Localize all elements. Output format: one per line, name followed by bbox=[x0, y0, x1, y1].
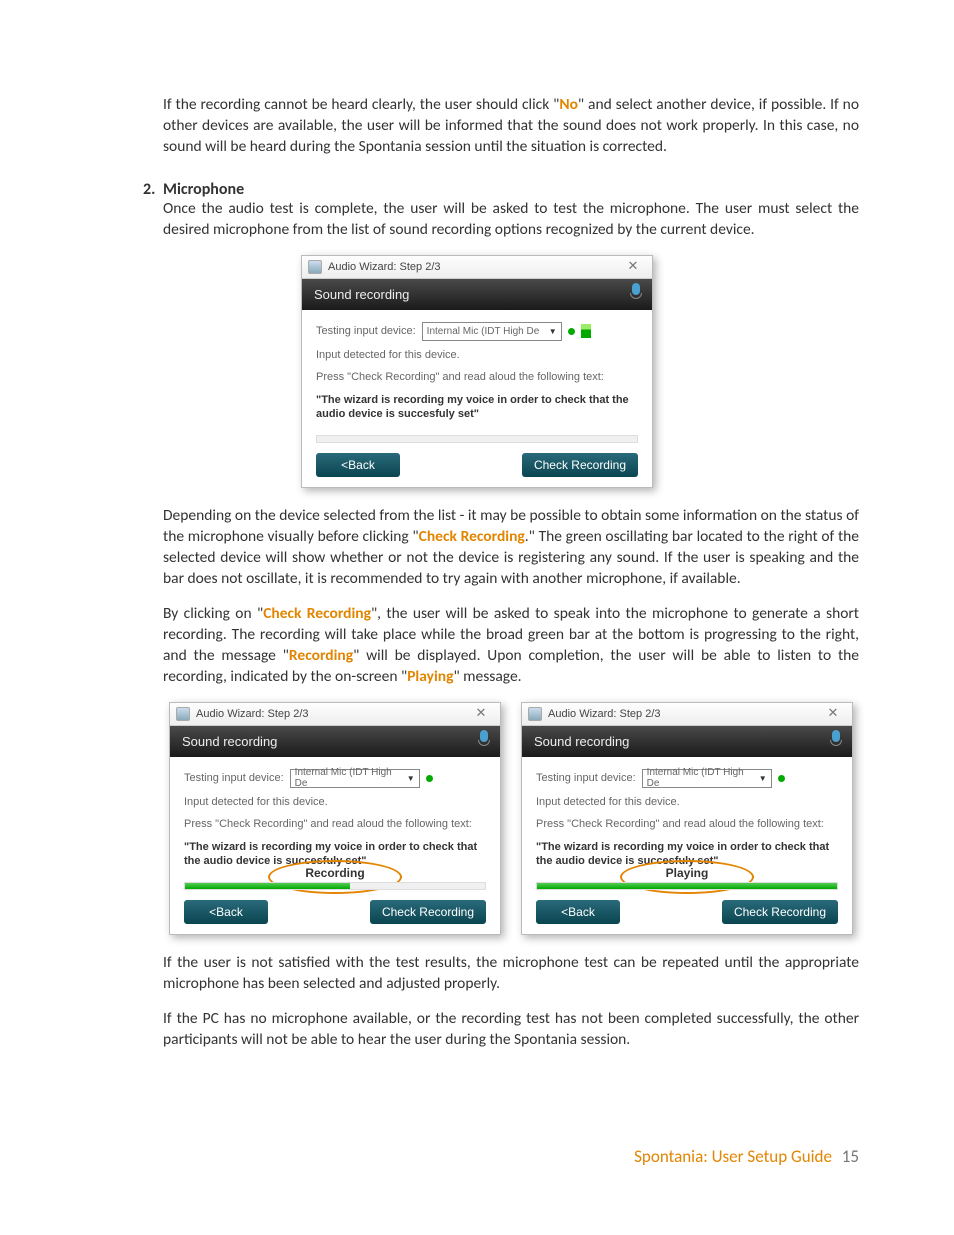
progress-bar bbox=[316, 435, 638, 443]
device-label: Testing input device: bbox=[184, 772, 284, 784]
paragraph: If the user is not satisfied with the te… bbox=[163, 953, 859, 995]
chevron-down-icon: ▼ bbox=[407, 774, 415, 783]
back-button[interactable]: <Back bbox=[536, 900, 620, 924]
chevron-down-icon: ▼ bbox=[549, 327, 557, 336]
footer-title: Spontania: User Setup Guide bbox=[634, 1146, 832, 1167]
page-number: 15 bbox=[842, 1146, 859, 1167]
dialog-header: Sound recording bbox=[302, 279, 652, 310]
device-label: Testing input device: bbox=[316, 325, 416, 337]
microphone-icon bbox=[630, 283, 642, 301]
dialog-title: Audio Wizard: Step 2/3 bbox=[196, 708, 309, 720]
audio-wizard-dialog-recording: Audio Wizard: Step 2/3 ✕ Sound recording… bbox=[169, 702, 501, 936]
close-icon[interactable]: ✕ bbox=[818, 705, 848, 721]
audio-wizard-dialog: Audio Wizard: Step 2/3 ✕ Sound recording… bbox=[301, 255, 653, 489]
dialog-header: Sound recording bbox=[522, 726, 852, 757]
quote-text: "The wizard is recording my voice in ord… bbox=[316, 393, 638, 422]
paragraph: If the PC has no microphone available, o… bbox=[163, 1009, 859, 1051]
audio-wizard-dialog-playing: Audio Wizard: Step 2/3 ✕ Sound recording… bbox=[521, 702, 853, 936]
section-heading: Microphone bbox=[163, 180, 244, 199]
status-recording: Recording bbox=[305, 866, 364, 880]
back-button[interactable]: <Back bbox=[316, 453, 400, 477]
detected-text: Input detected for this device. bbox=[184, 796, 486, 808]
list-number: 2. bbox=[143, 180, 163, 199]
text: By clicking on " bbox=[163, 604, 263, 623]
highlight-no: No bbox=[559, 95, 578, 114]
back-button[interactable]: <Back bbox=[184, 900, 268, 924]
device-select[interactable]: Internal Mic (IDT High De ▼ bbox=[290, 769, 420, 788]
page-footer: Spontania: User Setup Guide 15 bbox=[634, 1146, 859, 1167]
dialog-titlebar: Audio Wizard: Step 2/3 ✕ bbox=[302, 256, 652, 279]
status-indicator-icon bbox=[568, 328, 575, 335]
select-value: Internal Mic (IDT High De bbox=[295, 767, 407, 789]
instruction-text: Press "Check Recording" and read aloud t… bbox=[536, 818, 838, 830]
paragraph: By clicking on "Check Recording", the us… bbox=[163, 604, 859, 688]
level-meter bbox=[581, 324, 591, 338]
status-indicator-icon bbox=[778, 775, 785, 782]
microphone-icon bbox=[478, 730, 490, 748]
dialog-header: Sound recording bbox=[170, 726, 500, 757]
close-icon[interactable]: ✕ bbox=[618, 258, 648, 274]
paragraph: Depending on the device selected from th… bbox=[163, 506, 859, 590]
highlight-playing: Playing bbox=[407, 667, 453, 686]
select-value: Internal Mic (IDT High De bbox=[647, 767, 759, 789]
text: " message. bbox=[453, 667, 521, 686]
microphone-icon bbox=[830, 730, 842, 748]
header-text: Sound recording bbox=[534, 734, 629, 749]
device-label: Testing input device: bbox=[536, 772, 636, 784]
check-recording-button[interactable]: Check Recording bbox=[722, 900, 838, 924]
app-icon bbox=[308, 260, 322, 274]
paragraph: Once the audio test is complete, the use… bbox=[163, 199, 859, 241]
highlight-check-recording: Check Recording bbox=[263, 604, 371, 623]
app-icon bbox=[176, 707, 190, 721]
chevron-down-icon: ▼ bbox=[759, 774, 767, 783]
dialog-titlebar: Audio Wizard: Step 2/3 ✕ bbox=[170, 703, 500, 726]
text: If the recording cannot be heard clearly… bbox=[163, 95, 559, 114]
close-icon[interactable]: ✕ bbox=[466, 705, 496, 721]
progress-bar bbox=[536, 882, 838, 890]
progress-bar bbox=[184, 882, 486, 890]
app-icon bbox=[528, 707, 542, 721]
quote-text: "The wizard is recording my voice in ord… bbox=[536, 840, 838, 869]
status-indicator-icon bbox=[426, 775, 433, 782]
instruction-text: Press "Check Recording" and read aloud t… bbox=[316, 371, 638, 383]
header-text: Sound recording bbox=[182, 734, 277, 749]
dialog-title: Audio Wizard: Step 2/3 bbox=[328, 261, 441, 273]
device-select[interactable]: Internal Mic (IDT High De ▼ bbox=[422, 322, 562, 341]
select-value: Internal Mic (IDT High De bbox=[427, 326, 540, 337]
instruction-text: Press "Check Recording" and read aloud t… bbox=[184, 818, 486, 830]
highlight-recording: Recording bbox=[289, 646, 353, 665]
device-select[interactable]: Internal Mic (IDT High De ▼ bbox=[642, 769, 772, 788]
dialog-title: Audio Wizard: Step 2/3 bbox=[548, 708, 661, 720]
quote-text: "The wizard is recording my voice in ord… bbox=[184, 840, 486, 869]
check-recording-button[interactable]: Check Recording bbox=[522, 453, 638, 477]
check-recording-button[interactable]: Check Recording bbox=[370, 900, 486, 924]
header-text: Sound recording bbox=[314, 287, 409, 302]
dialog-titlebar: Audio Wizard: Step 2/3 ✕ bbox=[522, 703, 852, 726]
detected-text: Input detected for this device. bbox=[536, 796, 838, 808]
detected-text: Input detected for this device. bbox=[316, 349, 638, 361]
status-playing: Playing bbox=[666, 866, 709, 880]
highlight-check-recording: Check Recording bbox=[419, 527, 525, 546]
paragraph: If the recording cannot be heard clearly… bbox=[163, 95, 859, 158]
